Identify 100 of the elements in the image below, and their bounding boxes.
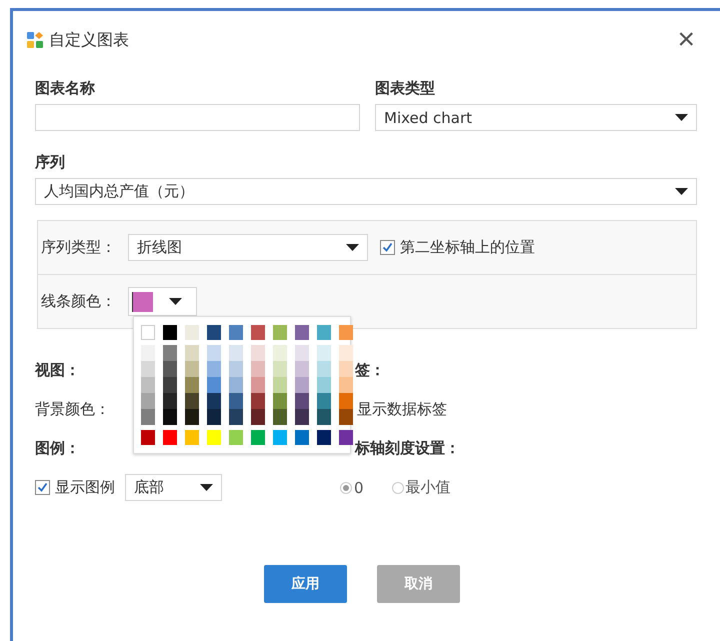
color-swatch[interactable] [251, 361, 265, 377]
checkbox-label: 显示图例 [55, 478, 115, 497]
color-swatch[interactable] [229, 430, 243, 445]
color-swatch[interactable] [229, 345, 243, 361]
color-swatch[interactable] [141, 345, 155, 361]
color-swatch[interactable] [295, 325, 309, 340]
checkbox[interactable] [35, 480, 50, 495]
color-swatch[interactable] [229, 409, 243, 425]
chart-type-select[interactable]: Mixed chart [375, 104, 697, 131]
field-label: 线条颜色： [41, 292, 116, 311]
color-swatch[interactable] [273, 430, 287, 445]
color-swatch[interactable] [317, 393, 331, 409]
section-label: 图例： [35, 439, 80, 458]
color-swatch[interactable] [207, 361, 221, 377]
color-swatch[interactable] [185, 325, 199, 340]
color-swatch[interactable] [185, 393, 199, 409]
color-swatch[interactable] [317, 409, 331, 425]
color-swatch[interactable] [317, 345, 331, 361]
color-swatch[interactable] [163, 409, 177, 425]
color-swatch[interactable] [207, 430, 221, 445]
dialog-button[interactable]: 应用 [264, 565, 347, 603]
color-swatch[interactable] [229, 361, 243, 377]
color-swatch[interactable] [295, 361, 309, 377]
radio-label: 最小值 [406, 478, 451, 497]
color-swatch[interactable] [163, 430, 177, 445]
radio-button[interactable] [340, 482, 352, 494]
window-title: 自定义图表 [49, 30, 130, 50]
color-swatch[interactable] [317, 430, 331, 445]
checkbox[interactable] [380, 240, 395, 255]
color-swatch[interactable] [251, 409, 265, 425]
field-label: 序列类型： [41, 238, 116, 257]
chart-name-field[interactable] [35, 104, 360, 131]
color-swatch[interactable] [273, 393, 287, 409]
caret-icon [675, 188, 688, 195]
section-label: 签： [355, 361, 385, 380]
color-swatch[interactable] [273, 361, 287, 377]
color-swatch[interactable] [185, 377, 199, 393]
color-swatch[interactable] [251, 430, 265, 445]
color-swatch[interactable] [339, 377, 353, 393]
color-swatch[interactable] [141, 325, 155, 340]
color-swatch[interactable] [339, 325, 353, 340]
section-label: 标轴刻度设置： [355, 439, 460, 458]
color-swatch[interactable] [339, 361, 353, 377]
color-swatch[interactable] [339, 409, 353, 425]
color-swatch[interactable] [163, 345, 177, 361]
color-swatch[interactable] [251, 325, 265, 340]
color-picker-button[interactable] [128, 287, 197, 316]
color-swatch[interactable] [339, 430, 353, 445]
color-swatch[interactable] [339, 345, 353, 361]
color-swatch[interactable] [163, 377, 177, 393]
color-swatch[interactable] [229, 377, 243, 393]
caret-icon [346, 244, 359, 251]
color-swatch[interactable] [295, 409, 309, 425]
color-swatch[interactable] [317, 361, 331, 377]
legend-position-select[interactable]: 底部 [125, 474, 222, 501]
color-swatch[interactable] [273, 325, 287, 340]
color-swatch[interactable] [207, 345, 221, 361]
color-swatch[interactable] [141, 361, 155, 377]
color-swatch[interactable] [185, 345, 199, 361]
color-swatch[interactable] [207, 325, 221, 340]
color-swatch[interactable] [207, 377, 221, 393]
color-swatch [132, 292, 153, 312]
radio-button[interactable] [392, 482, 404, 494]
color-swatch[interactable] [295, 393, 309, 409]
color-swatch[interactable] [273, 377, 287, 393]
color-swatch[interactable] [163, 393, 177, 409]
close-button[interactable]: × [675, 25, 697, 55]
color-swatch[interactable] [295, 377, 309, 393]
field-label: 序列 [35, 153, 66, 172]
caret-icon [675, 114, 688, 121]
color-swatch[interactable] [185, 409, 199, 425]
color-swatch[interactable] [251, 377, 265, 393]
color-swatch[interactable] [317, 325, 331, 340]
color-swatch[interactable] [141, 430, 155, 445]
color-swatch[interactable] [163, 325, 177, 340]
color-swatch[interactable] [163, 361, 177, 377]
series-type-select[interactable]: 折线图 [128, 234, 368, 261]
caret-icon [200, 484, 213, 491]
color-swatch[interactable] [295, 430, 309, 445]
color-swatch[interactable] [317, 377, 331, 393]
color-swatch[interactable] [339, 393, 353, 409]
color-swatch[interactable] [229, 325, 243, 340]
color-swatch[interactable] [295, 345, 309, 361]
color-swatch[interactable] [141, 409, 155, 425]
field-label: 图表名称 [35, 79, 96, 98]
color-swatch[interactable] [185, 430, 199, 445]
color-swatch[interactable] [251, 393, 265, 409]
color-swatch[interactable] [207, 393, 221, 409]
color-swatch[interactable] [185, 361, 199, 377]
color-swatch[interactable] [141, 377, 155, 393]
color-swatch[interactable] [251, 345, 265, 361]
color-swatch[interactable] [207, 409, 221, 425]
color-swatch[interactable] [273, 409, 287, 425]
color-swatch[interactable] [273, 345, 287, 361]
radio-label: 0 [354, 478, 364, 496]
color-swatch[interactable] [229, 393, 243, 409]
color-swatch[interactable] [141, 393, 155, 409]
field-label: 图表类型 [375, 79, 436, 98]
series-select[interactable]: 人均国内总产值（元） [35, 178, 697, 205]
checkbox-label: 显示数据标签 [357, 400, 447, 419]
